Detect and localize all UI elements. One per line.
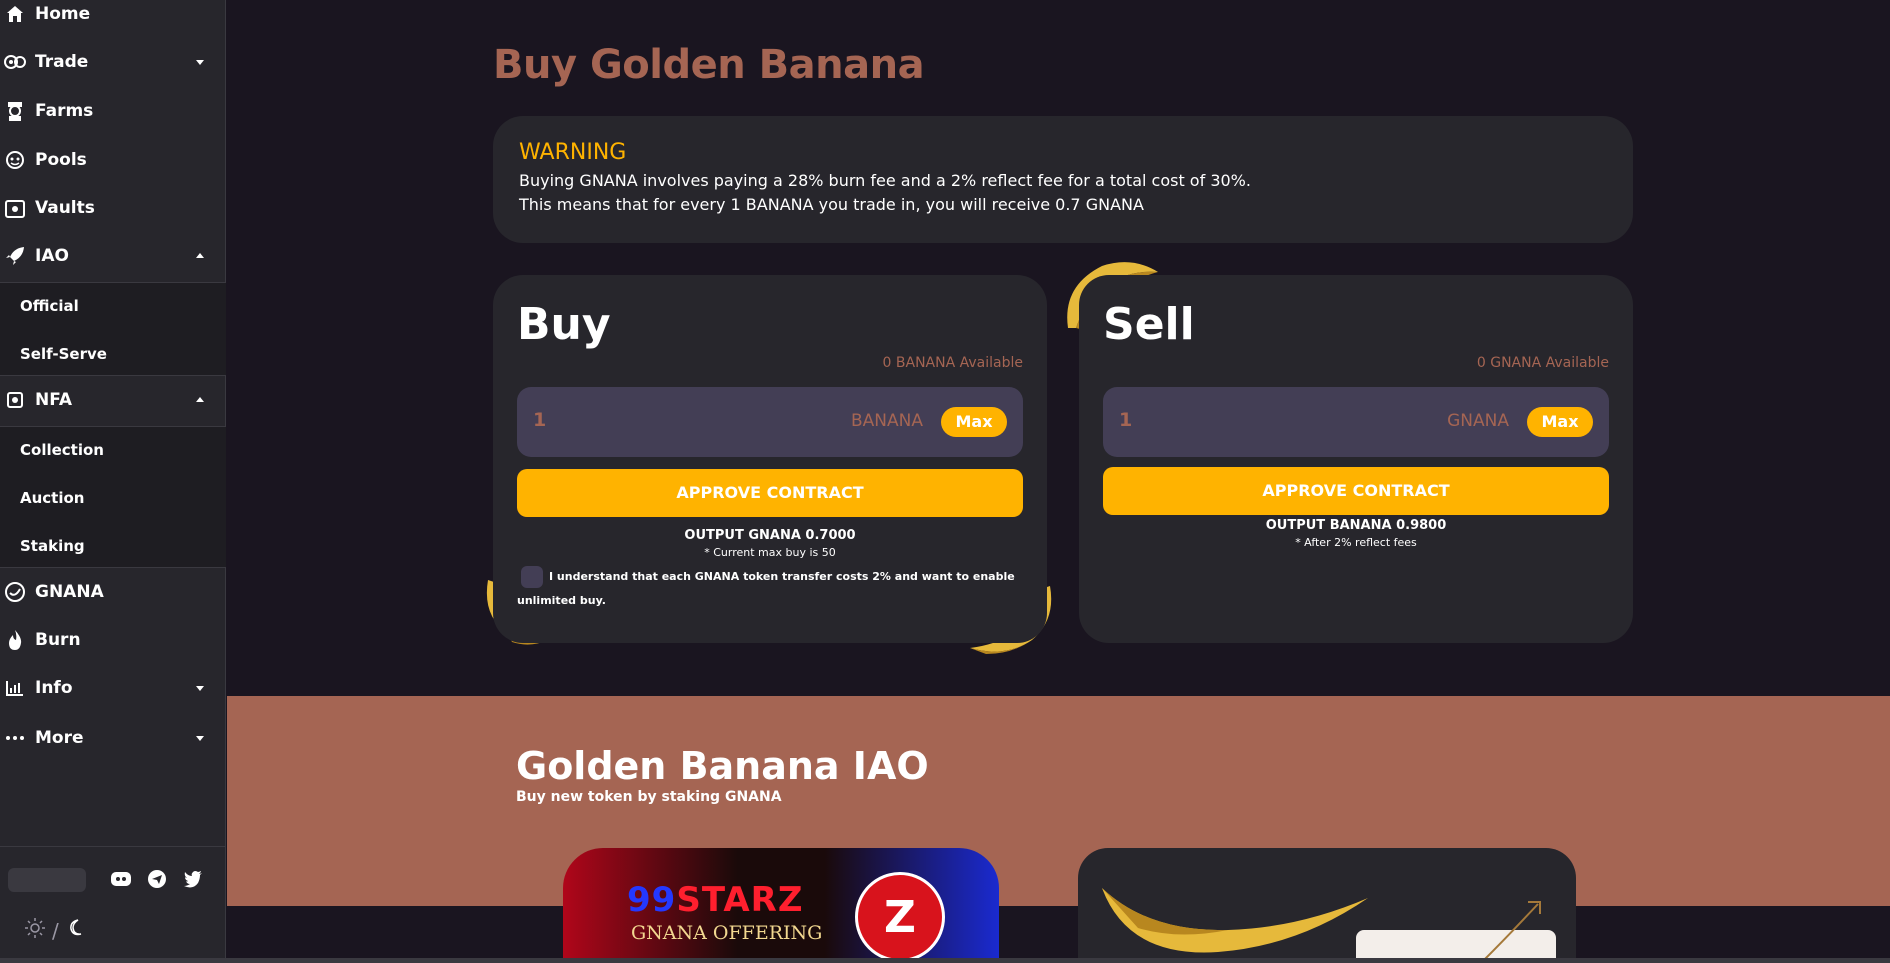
page-title: Buy Golden Banana (493, 42, 925, 88)
iao-title: Golden Banana IAO (516, 744, 929, 788)
promo-logo: Z (855, 872, 945, 962)
sidebar-item-label: GNANA (35, 582, 104, 602)
buy-max-button[interactable]: Max (941, 407, 1007, 437)
sell-token-label: GNANA (1447, 411, 1509, 431)
sell-output: OUTPUT BANANA 0.9800 (1265, 518, 1447, 533)
sidebar-item-nfa[interactable]: NFA (0, 378, 226, 422)
iao-subtitle: Buy new token by staking GNANA (516, 789, 782, 805)
sidebar-item-label: Info (35, 678, 73, 698)
sidebar-item-label: Home (35, 4, 91, 24)
sidebar-subitem-self-serve[interactable]: Self-Serve (20, 345, 107, 363)
sell-title: Sell (1103, 299, 1195, 350)
vault-icon (4, 197, 26, 219)
warning-title: WARNING (519, 140, 627, 165)
theme-separator: / (52, 918, 59, 943)
unlimited-buy-checkbox-row: I understand that each GNANA token trans… (517, 565, 1017, 613)
pools-icon (4, 149, 26, 171)
sidebar-item-label: IAO (35, 246, 69, 266)
unlimited-buy-checkbox[interactable] (521, 566, 543, 588)
iao-submenu: Official Self-Serve (0, 282, 226, 376)
sidebar-subitem-auction[interactable]: Auction (20, 489, 84, 507)
buy-title: Buy (517, 299, 611, 350)
promo-tagline: GNANA OFFERING (631, 922, 823, 944)
buy-output: OUTPUT GNANA 0.7000 (684, 528, 856, 543)
sidebar-item-pools[interactable]: Pools (0, 138, 226, 182)
banana-price-pill[interactable] (8, 868, 86, 892)
promo-brand-b: STARZ (676, 880, 804, 920)
sell-available-balance: 0 GNANA Available (1476, 355, 1609, 371)
banana-illustration-icon (1102, 888, 1368, 953)
warning-line-1: Buying GNANA involves paying a 28% burn … (519, 171, 1251, 190)
sidebar-item-label: Burn (35, 630, 81, 650)
sidebar-item-label: Pools (35, 150, 87, 170)
sidebar-item-label: Trade (35, 52, 89, 72)
buy-max-note: * Current max buy is 50 (704, 546, 836, 559)
discord-icon[interactable] (110, 868, 132, 890)
buy-available-balance: 0 BANANA Available (882, 355, 1023, 371)
more-dots-icon (4, 727, 26, 749)
sidebar-subitem-official[interactable]: Official (20, 297, 79, 315)
nfa-icon (4, 389, 26, 411)
moon-icon[interactable] (65, 918, 85, 943)
bottom-scrollbar[interactable] (0, 958, 1890, 963)
promo-brand: 99STARZ (627, 880, 804, 920)
sidebar-item-label: Farms (35, 101, 94, 121)
sell-amount-input[interactable]: 1 (1119, 409, 1132, 431)
sidebar-item-vaults[interactable]: Vaults (0, 186, 226, 230)
sidebar-item-info[interactable]: Info (0, 666, 226, 710)
iao-info-card (1078, 848, 1576, 963)
sidebar-item-home[interactable]: Home (0, 0, 226, 36)
warning-panel: WARNING Buying GNANA involves paying a 2… (493, 116, 1633, 243)
twitter-icon[interactable] (182, 868, 204, 890)
iao-section-band (227, 696, 1890, 906)
farmer-icon (4, 100, 26, 122)
rocket-icon (4, 245, 26, 267)
trade-icon (4, 51, 26, 73)
theme-toggle[interactable]: / (24, 917, 85, 944)
flame-icon (4, 629, 26, 651)
chevron-up-icon (196, 253, 204, 258)
sell-card: Sell 0 GNANA Available 1 GNANA Max APPRO… (1079, 275, 1633, 643)
sell-max-button[interactable]: Max (1527, 407, 1593, 437)
iao-promo-banner[interactable]: 99STARZ GNANA OFFERING Z (563, 848, 999, 963)
sidebar-item-burn[interactable]: Burn (0, 618, 226, 662)
sell-fee-note: * After 2% reflect fees (1295, 536, 1417, 549)
sidebar-item-iao[interactable]: IAO (0, 234, 226, 278)
buy-amount-field[interactable]: 1 BANANA Max (517, 387, 1023, 457)
sidebar-item-farms[interactable]: Farms (0, 89, 226, 133)
chevron-up-icon (196, 397, 204, 402)
sell-amount-field[interactable]: 1 GNANA Max (1103, 387, 1609, 457)
sidebar: Home Trade Farms Pools Vaults IAO Offici… (0, 0, 226, 963)
sun-icon[interactable] (24, 917, 46, 944)
sidebar-item-label: Vaults (35, 198, 95, 218)
sidebar-divider (0, 846, 226, 847)
buy-approve-contract-button[interactable]: APPROVE CONTRACT (517, 469, 1023, 517)
warning-line-2: This means that for every 1 BANANA you t… (519, 195, 1144, 214)
sell-approve-contract-button[interactable]: APPROVE CONTRACT (1103, 467, 1609, 515)
sidebar-item-trade[interactable]: Trade (0, 40, 226, 84)
buy-token-label: BANANA (851, 411, 923, 431)
sidebar-subitem-staking[interactable]: Staking (20, 537, 85, 555)
chart-icon (4, 677, 26, 699)
nfa-submenu: Collection Auction Staking (0, 426, 226, 568)
buy-amount-input[interactable]: 1 (533, 409, 546, 431)
arrow-up-icon (1481, 901, 1541, 963)
sidebar-item-label: NFA (35, 390, 73, 410)
promo-brand-a: 99 (627, 880, 677, 920)
chevron-down-icon (196, 60, 204, 65)
sidebar-item-label: More (35, 728, 84, 748)
home-icon (4, 3, 26, 25)
sidebar-subitem-collection[interactable]: Collection (20, 441, 104, 459)
telegram-icon[interactable] (146, 868, 168, 890)
chevron-down-icon (196, 686, 204, 691)
gnana-icon (4, 581, 26, 603)
chevron-down-icon (196, 736, 204, 741)
unlimited-buy-checkbox-label: I understand that each GNANA token trans… (517, 570, 1015, 607)
buy-card: Buy 0 BANANA Available 1 BANANA Max APPR… (493, 275, 1047, 643)
sidebar-item-more[interactable]: More (0, 716, 226, 760)
sidebar-item-gnana[interactable]: GNANA (0, 570, 226, 614)
